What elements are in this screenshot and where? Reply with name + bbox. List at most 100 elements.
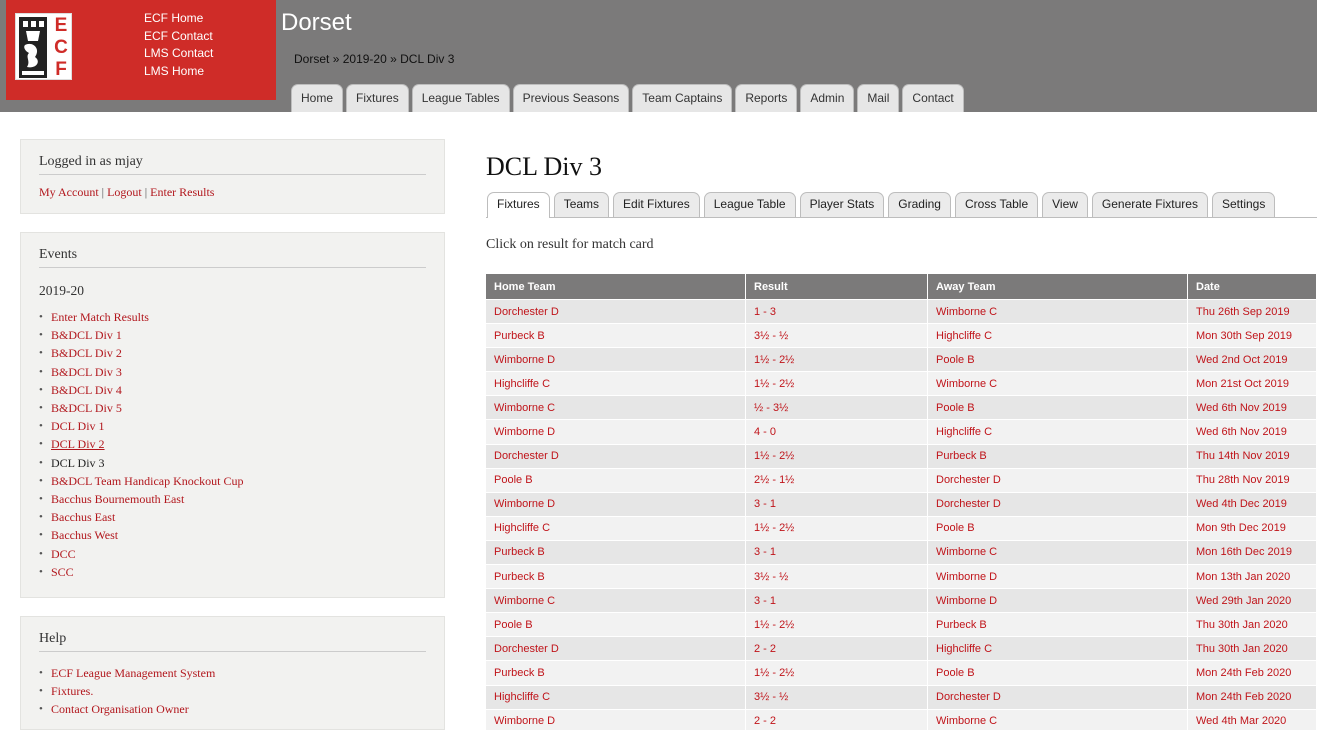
result-cell[interactable]: 3 - 1 <box>746 588 928 613</box>
away-team-cell[interactable]: Highcliffe C <box>928 323 1188 348</box>
tab-fixtures[interactable]: Fixtures <box>487 192 550 218</box>
event-link-enter-match-results[interactable]: Enter Match Results <box>51 310 149 324</box>
event-link-dcl-div-2[interactable]: DCL Div 2 <box>51 437 105 451</box>
tab-grading[interactable]: Grading <box>888 192 951 217</box>
home-team-cell[interactable]: Wimborne D <box>486 491 746 516</box>
nav-tab-contact[interactable]: Contact <box>902 84 964 112</box>
nav-tab-admin[interactable]: Admin <box>800 84 855 112</box>
result-cell[interactable]: 1½ - 2½ <box>746 371 928 396</box>
home-team-cell[interactable]: Highcliffe C <box>486 371 746 396</box>
home-team-cell[interactable]: Dorchester D <box>486 299 746 324</box>
away-team-cell[interactable]: Dorchester D <box>928 491 1188 516</box>
home-team-cell[interactable]: Poole B <box>486 612 746 637</box>
home-team-cell[interactable]: Wimborne C <box>486 395 746 420</box>
result-cell[interactable]: 1½ - 2½ <box>746 660 928 685</box>
date-cell[interactable]: Thu 28th Nov 2019 <box>1188 467 1317 492</box>
away-team-cell[interactable]: Dorchester D <box>928 684 1188 709</box>
home-team-cell[interactable]: Purbeck B <box>486 539 746 565</box>
tab-settings[interactable]: Settings <box>1211 192 1276 217</box>
away-team-cell[interactable]: Poole B <box>928 347 1188 372</box>
result-cell[interactable]: 1½ - 2½ <box>746 515 928 540</box>
date-cell[interactable]: Mon 21st Oct 2019 <box>1188 371 1317 396</box>
tab-cross-table[interactable]: Cross Table <box>954 192 1039 217</box>
result-cell[interactable]: 2 - 2 <box>746 708 928 730</box>
date-cell[interactable]: Thu 14th Nov 2019 <box>1188 443 1317 468</box>
ecf-contact-link[interactable]: ECF Contact <box>144 29 213 43</box>
home-team-cell[interactable]: Wimborne D <box>486 708 746 730</box>
event-link-bdcl-div-2[interactable]: B&DCL Div 2 <box>51 346 122 360</box>
away-team-cell[interactable]: Purbeck B <box>928 443 1188 468</box>
home-team-cell[interactable]: Purbeck B <box>486 564 746 589</box>
result-cell[interactable]: 3½ - ½ <box>746 564 928 589</box>
home-team-cell[interactable]: Wimborne D <box>486 419 746 444</box>
result-cell[interactable]: 3 - 1 <box>746 491 928 516</box>
ecf-logo[interactable]: ECF <box>15 13 72 80</box>
event-link-bdcl-div-3[interactable]: B&DCL Div 3 <box>51 365 122 379</box>
event-link-bacchus-bournemouth-east[interactable]: Bacchus Bournemouth East <box>51 492 184 506</box>
away-team-cell[interactable]: Poole B <box>928 515 1188 540</box>
home-team-cell[interactable]: Dorchester D <box>486 443 746 468</box>
event-link-bdcl-div-1[interactable]: B&DCL Div 1 <box>51 328 122 342</box>
event-link-dcl-div-1[interactable]: DCL Div 1 <box>51 419 105 433</box>
help-link-contact-owner[interactable]: Contact Organisation Owner <box>51 702 189 716</box>
enter-results-link[interactable]: Enter Results <box>150 185 214 199</box>
home-team-cell[interactable]: Poole B <box>486 467 746 492</box>
date-cell[interactable]: Mon 30th Sep 2019 <box>1188 323 1317 348</box>
my-account-link[interactable]: My Account <box>39 185 99 199</box>
home-team-cell[interactable]: Highcliffe C <box>486 515 746 540</box>
nav-tab-home[interactable]: Home <box>291 84 344 112</box>
date-cell[interactable]: Thu 26th Sep 2019 <box>1188 299 1317 324</box>
home-team-cell[interactable]: Purbeck B <box>486 660 746 685</box>
breadcrumb-dorset[interactable]: Dorset <box>294 52 329 66</box>
away-team-cell[interactable]: Wimborne D <box>928 564 1188 589</box>
result-cell[interactable]: 1 - 3 <box>746 299 928 324</box>
result-cell[interactable]: 2 - 2 <box>746 636 928 661</box>
tab-league-table[interactable]: League Table <box>703 192 796 217</box>
date-cell[interactable]: Thu 30th Jan 2020 <box>1188 636 1317 661</box>
tab-player-stats[interactable]: Player Stats <box>799 192 885 217</box>
tab-edit-fixtures[interactable]: Edit Fixtures <box>613 192 700 217</box>
date-cell[interactable]: Wed 4th Mar 2020 <box>1188 708 1317 730</box>
result-cell[interactable]: 1½ - 2½ <box>746 347 928 372</box>
date-cell[interactable]: Mon 16th Dec 2019 <box>1188 539 1317 565</box>
away-team-cell[interactable]: Poole B <box>928 660 1188 685</box>
date-cell[interactable]: Mon 24th Feb 2020 <box>1188 660 1317 685</box>
event-link-bdcl-div-5[interactable]: B&DCL Div 5 <box>51 401 122 415</box>
away-team-cell[interactable]: Wimborne C <box>928 371 1188 396</box>
breadcrumb-season[interactable]: 2019-20 <box>343 52 387 66</box>
lms-contact-link[interactable]: LMS Contact <box>144 46 213 60</box>
event-link-bacchus-west[interactable]: Bacchus West <box>51 528 118 542</box>
date-cell[interactable]: Wed 4th Dec 2019 <box>1188 491 1317 516</box>
away-team-cell[interactable]: Wimborne C <box>928 539 1188 565</box>
event-link-scc[interactable]: SCC <box>51 565 74 579</box>
event-link-bacchus-east[interactable]: Bacchus East <box>51 510 115 524</box>
result-cell[interactable]: ½ - 3½ <box>746 395 928 420</box>
date-cell[interactable]: Wed 29th Jan 2020 <box>1188 588 1317 613</box>
result-cell[interactable]: 4 - 0 <box>746 419 928 444</box>
home-team-cell[interactable]: Purbeck B <box>486 323 746 348</box>
away-team-cell[interactable]: Highcliffe C <box>928 419 1188 444</box>
result-cell[interactable]: 3½ - ½ <box>746 323 928 348</box>
date-cell[interactable]: Mon 9th Dec 2019 <box>1188 515 1317 540</box>
event-link-dcc[interactable]: DCC <box>51 547 76 561</box>
away-team-cell[interactable]: Wimborne D <box>928 588 1188 613</box>
date-cell[interactable]: Mon 13th Jan 2020 <box>1188 564 1317 589</box>
date-cell[interactable]: Wed 6th Nov 2019 <box>1188 419 1317 444</box>
result-cell[interactable]: 1½ - 2½ <box>746 443 928 468</box>
nav-tab-reports[interactable]: Reports <box>735 84 798 112</box>
tab-teams[interactable]: Teams <box>553 192 610 217</box>
date-cell[interactable]: Wed 6th Nov 2019 <box>1188 395 1317 420</box>
date-cell[interactable]: Thu 30th Jan 2020 <box>1188 612 1317 637</box>
tab-view[interactable]: View <box>1042 192 1088 217</box>
help-link-fixtures[interactable]: Fixtures. <box>51 684 93 698</box>
home-team-cell[interactable]: Wimborne D <box>486 347 746 372</box>
away-team-cell[interactable]: Poole B <box>928 395 1188 420</box>
away-team-cell[interactable]: Wimborne C <box>928 708 1188 730</box>
away-team-cell[interactable]: Dorchester D <box>928 467 1188 492</box>
help-link-lms[interactable]: ECF League Management System <box>51 666 215 680</box>
nav-tab-fixtures[interactable]: Fixtures <box>346 84 409 112</box>
logout-link[interactable]: Logout <box>107 185 142 199</box>
tab-generate-fixtures[interactable]: Generate Fixtures <box>1091 192 1208 217</box>
nav-tab-previous-seasons[interactable]: Previous Seasons <box>512 84 630 112</box>
result-cell[interactable]: 3 - 1 <box>746 539 928 565</box>
